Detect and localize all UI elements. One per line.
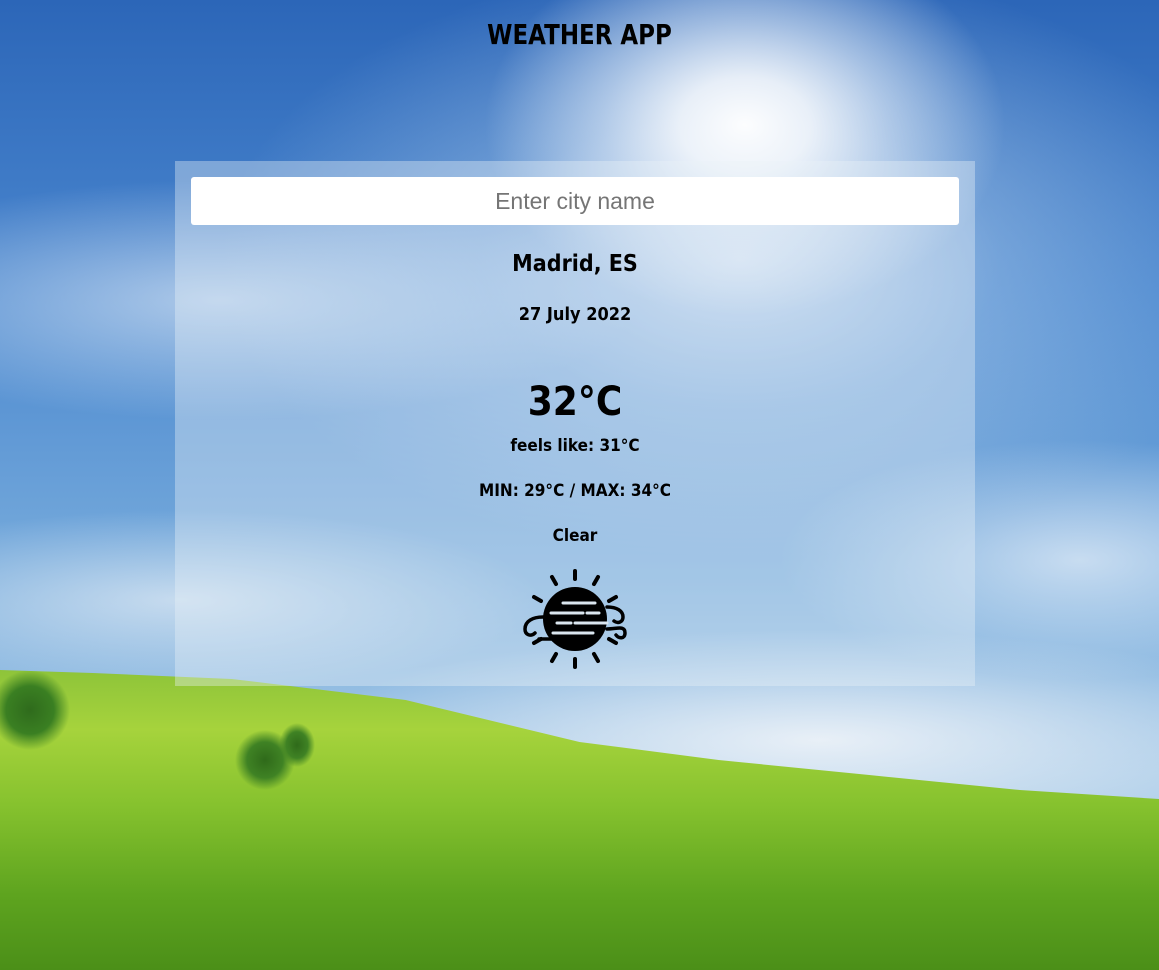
app-title: WEATHER APP xyxy=(487,18,672,51)
temperature-value: 32°C xyxy=(527,379,623,425)
sun-haze-icon xyxy=(523,567,627,671)
feels-like-label: feels like: 31°C xyxy=(510,436,640,456)
date-label: 27 July 2022 xyxy=(518,304,632,325)
weather-card: Madrid, ES 27 July 2022 32°C feels like:… xyxy=(175,161,975,686)
min-max-label: MIN: 29°C / MAX: 34°C xyxy=(478,481,672,501)
city-search-input[interactable] xyxy=(191,177,959,225)
background-meadow xyxy=(0,670,1159,970)
location-label: Madrid, ES xyxy=(512,251,638,277)
weather-description: Clear xyxy=(552,526,598,546)
